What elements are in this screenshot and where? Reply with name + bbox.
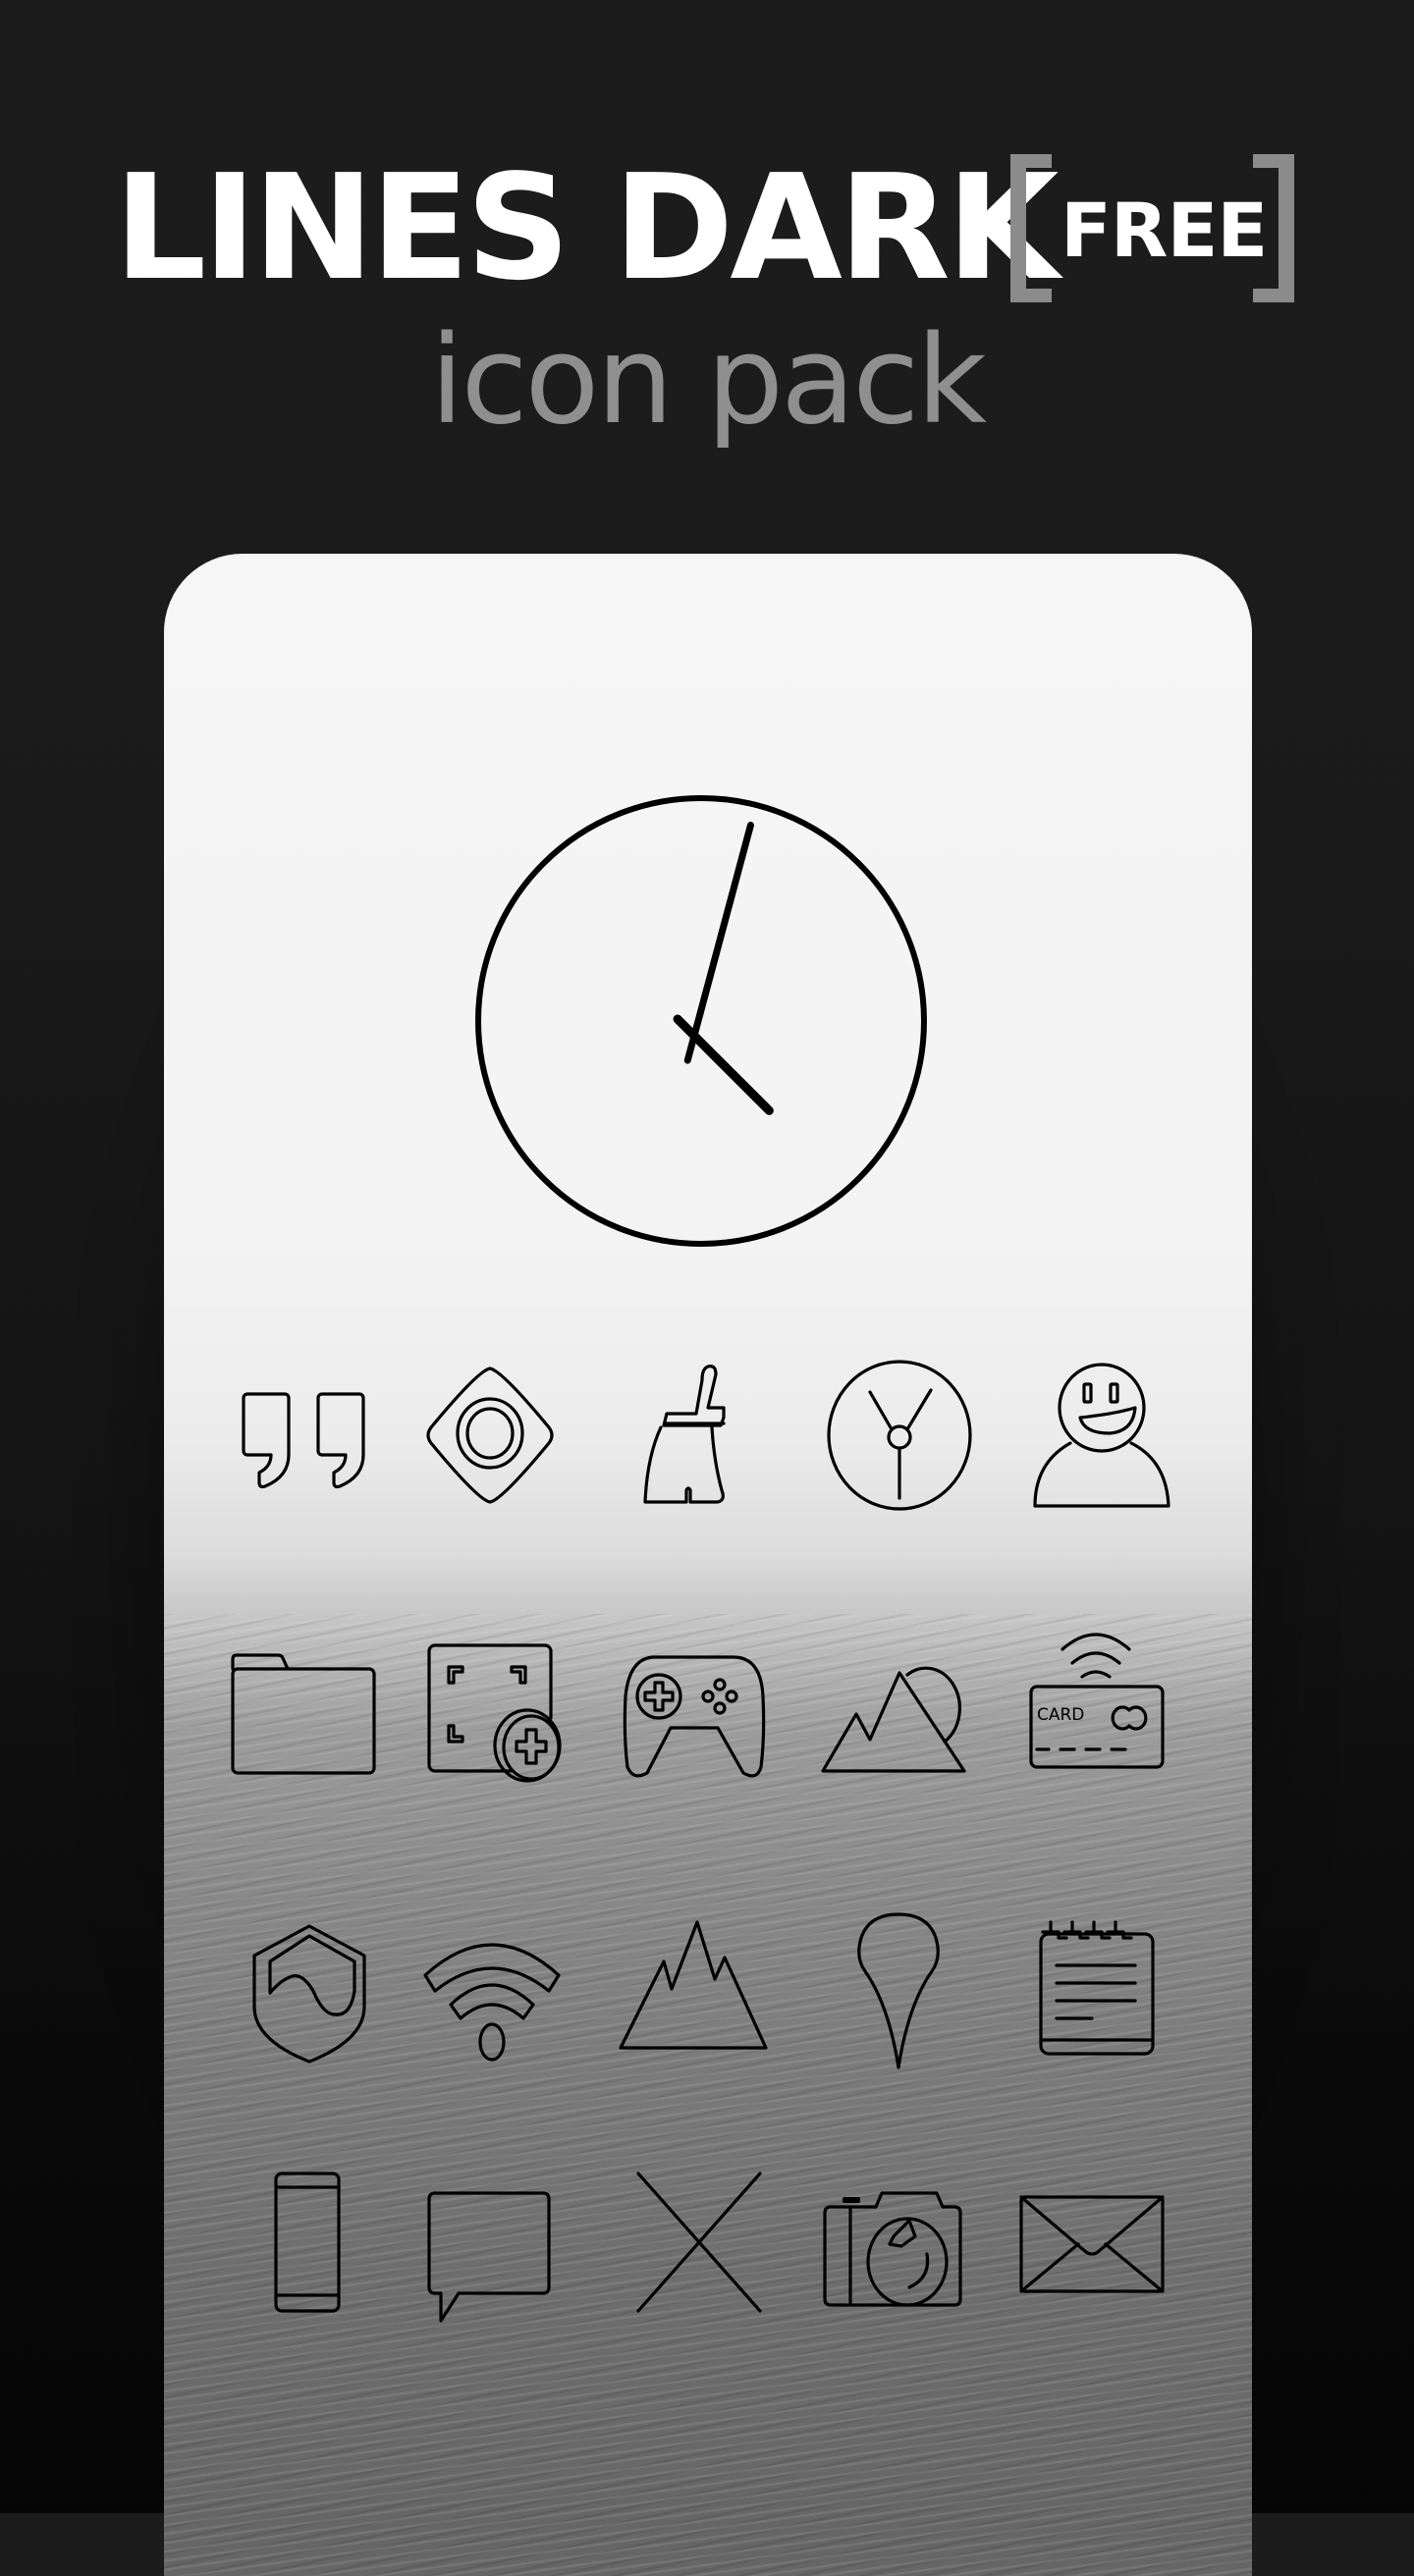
notepad-icon[interactable] [1017,1914,1174,2071]
clock-widget[interactable] [470,790,932,1252]
gallery-mountain-sun-icon[interactable] [817,1628,974,1785]
chat-bubble-icon[interactable] [411,2164,569,2323]
smiley-user-icon[interactable] [1023,1357,1180,1514]
app-title: LINES DARK [114,143,1059,312]
subtitle: icon pack [429,310,987,452]
left-bracket [1010,154,1052,302]
mountain-peaks-icon[interactable] [617,1914,774,2071]
folder-icon[interactable] [223,1628,380,1785]
mail-envelope-icon[interactable] [1013,2164,1170,2321]
broom-cleaner-icon[interactable] [612,1357,769,1514]
right-bracket [1253,154,1294,302]
map-pin-icon[interactable] [820,1912,977,2071]
clock-y-icon[interactable] [821,1357,978,1514]
card-icon-label: CARD [1037,1705,1084,1725]
phone-icon[interactable] [229,2164,386,2321]
camera-icon[interactable] [811,2164,968,2321]
quotes-icon[interactable] [226,1357,383,1514]
wifi-icon[interactable] [413,1914,571,2071]
eye-diamond-icon[interactable] [411,1357,569,1514]
shield-icon[interactable] [231,1914,388,2071]
x-cross-icon[interactable] [621,2164,778,2321]
free-badge: FREE [1060,187,1268,274]
contactless-card-icon[interactable]: CARD [1017,1628,1174,1785]
gamepad-icon[interactable] [616,1628,773,1785]
clock-hour-hand [673,1014,774,1115]
screenshot-add-icon[interactable] [409,1628,567,1785]
clock-minute-hand [683,822,754,1064]
